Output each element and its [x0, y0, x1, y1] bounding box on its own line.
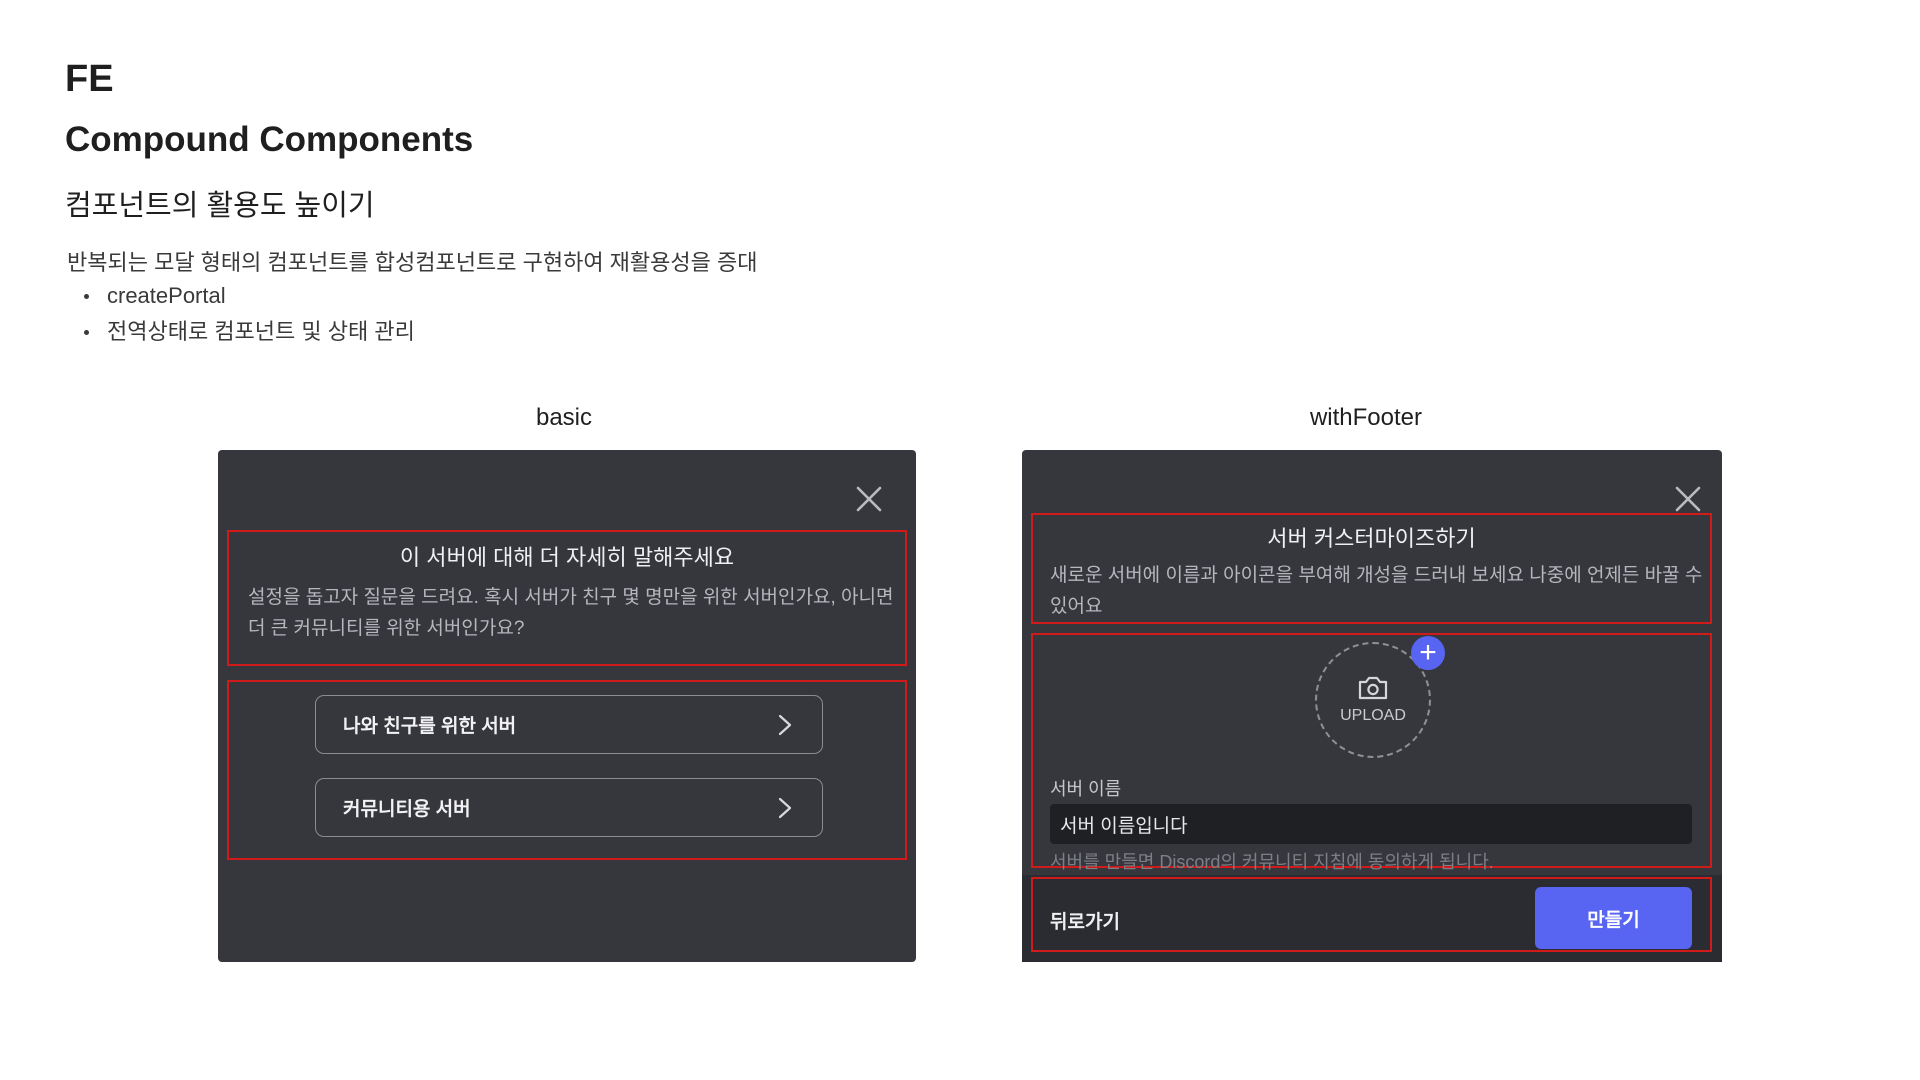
basic-label: basic: [535, 404, 593, 431]
option-community-button[interactable]: 커뮤니티용 서버: [315, 778, 823, 837]
plus-icon[interactable]: +: [1411, 636, 1445, 670]
server-name-label: 서버 이름: [1050, 779, 1122, 799]
description: 반복되는 모달 형태의 컴포넌트를 합성컴포넌트로 구현하여 재활용성을 증대: [67, 250, 758, 275]
bullet-dot: [84, 293, 89, 299]
option-friends-button[interactable]: 나와 친구를 위한 서버: [315, 695, 823, 754]
modal-body-section: 나와 친구를 위한 서버 커뮤니티용 서버: [227, 680, 907, 860]
bullet-item: 전역상태로 컴포넌트 및 상태 관리: [80, 314, 415, 350]
page-title: FE: [65, 58, 114, 100]
bullet-item: createPortal: [80, 278, 415, 314]
modal-body-section: UPLOAD + 서버 이름 서버 이름입니다 서버를 만들면 Discord의…: [1031, 633, 1712, 872]
modal-header-section: 서버 커스터마이즈하기 새로운 서버에 이름과 아이콘을 부여해 개성을 드러내…: [1031, 513, 1712, 624]
withfooter-modal: 서버 커스터마이즈하기 새로운 서버에 이름과 아이콘을 부여해 개성을 드러내…: [1022, 450, 1722, 962]
withfooter-label: withFooter: [1309, 404, 1423, 431]
modal-header-section: 이 서버에 대해 더 자세히 말해주세요 설정을 돕고자 질문을 드려요. 혹시…: [227, 530, 907, 666]
server-name-input[interactable]: 서버 이름입니다: [1050, 804, 1692, 844]
modal-description: 설정을 돕고자 질문을 드려요. 혹시 서버가 친구 몇 명만을 위한 서버인가…: [248, 587, 894, 639]
chevron-right-icon: [778, 714, 792, 735]
camera-icon: [1358, 676, 1388, 700]
bullet-list: createPortal 전역상태로 컴포넌트 및 상태 관리: [80, 278, 415, 350]
create-button[interactable]: 만들기: [1535, 887, 1692, 949]
basic-modal: 이 서버에 대해 더 자세히 말해주세요 설정을 돕고자 질문을 드려요. 혹시…: [218, 450, 916, 962]
modal-description: 새로운 서버에 이름과 아이콘을 부여해 개성을 드러내 보세요 나중에 언제든…: [1050, 565, 1703, 617]
modal-footer: 뒤로가기 만들기: [1022, 875, 1722, 962]
upload-label: UPLOAD: [1340, 707, 1406, 724]
page-subtitle: Compound Components: [65, 120, 474, 159]
bullet-dot: [84, 329, 89, 335]
back-button[interactable]: 뒤로가기: [1050, 907, 1120, 934]
community-notice: 서버를 만들면 Discord의 커뮤니티 지침에 동의하게 됩니다.: [1050, 852, 1494, 872]
section-heading: 컴포넌트의 활용도 높이기: [65, 190, 375, 222]
chevron-right-icon: [778, 797, 792, 818]
modal-title: 이 서버에 대해 더 자세히 말해주세요: [399, 545, 735, 570]
modal-title: 서버 커스터마이즈하기: [1267, 526, 1476, 551]
close-icon[interactable]: [854, 484, 884, 514]
close-icon[interactable]: [1673, 484, 1703, 514]
